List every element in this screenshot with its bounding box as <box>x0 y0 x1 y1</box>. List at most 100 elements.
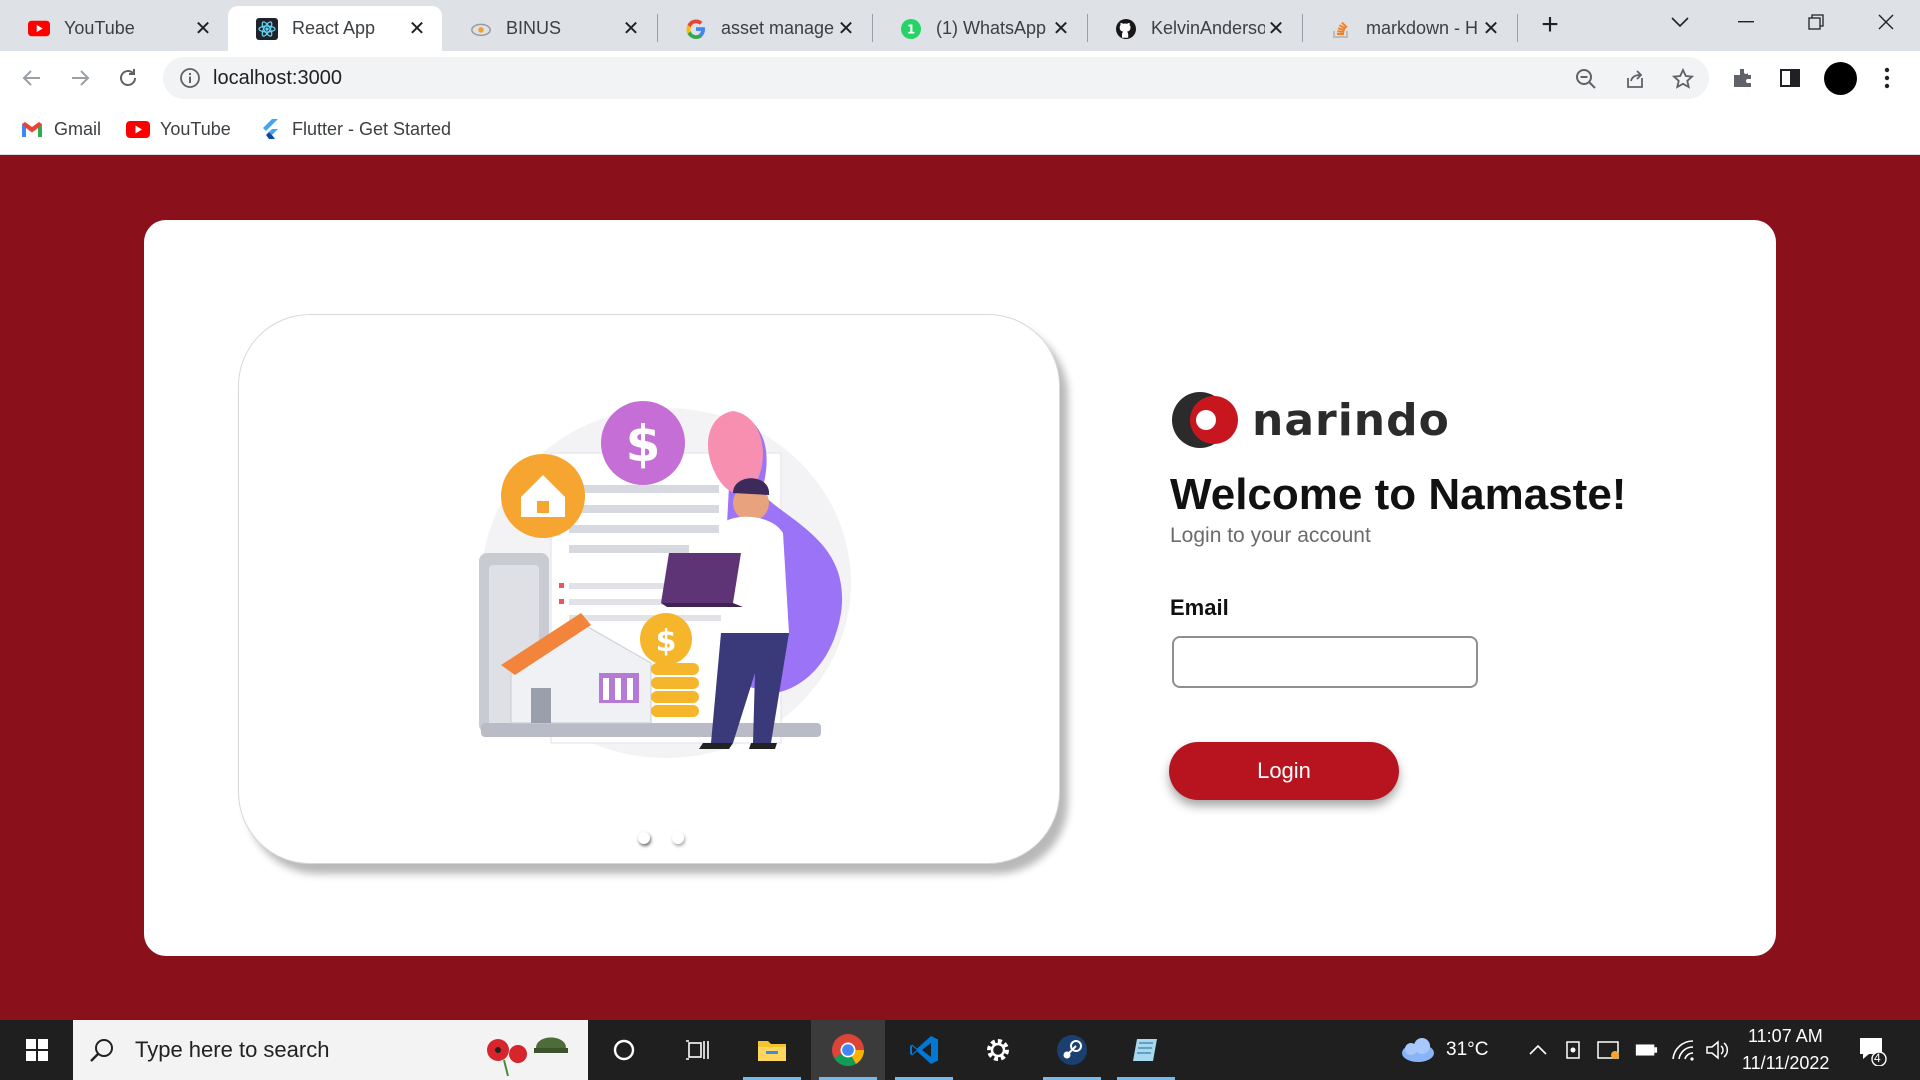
chevron-down-icon <box>1671 17 1689 27</box>
search-highlight-icon <box>487 1037 568 1076</box>
email-label: Email <box>1170 595 1229 620</box>
steam-button[interactable] <box>1035 1020 1109 1080</box>
tab-whatsapp[interactable]: 1 (1) WhatsApp ✕ <box>872 6 1086 51</box>
weather-temperature[interactable]: 31°C <box>1446 1039 1488 1061</box>
close-icon[interactable]: ✕ <box>192 18 214 40</box>
side-panel-icon[interactable] <box>1777 65 1803 91</box>
chrome-icon <box>832 1034 865 1067</box>
stackoverflow-icon <box>1330 18 1352 40</box>
reload-button[interactable] <box>112 62 144 94</box>
close-icon[interactable]: ✕ <box>620 18 642 40</box>
tab-stackoverflow[interactable]: markdown - H ✕ <box>1302 6 1516 51</box>
minimize-icon <box>1738 21 1754 23</box>
windows-taskbar: Type here to search 31°C 11:07 AM 11/11/… <box>0 1020 1920 1080</box>
notification-icon[interactable] <box>1857 1034 1887 1066</box>
binus-icon <box>470 18 492 40</box>
flutter-icon <box>258 119 282 139</box>
chevron-up-icon[interactable] <box>1526 1038 1550 1062</box>
weather-cloud-icon[interactable] <box>1398 1034 1436 1064</box>
task-view-icon <box>686 1040 709 1060</box>
clock-date[interactable]: 11/11/2022 <box>1742 1053 1829 1074</box>
vscode-button[interactable] <box>887 1020 961 1080</box>
extensions-icon[interactable] <box>1730 65 1756 91</box>
restore-icon <box>1808 14 1824 30</box>
close-icon[interactable]: ✕ <box>406 18 428 40</box>
carousel-dot-1[interactable] <box>638 832 650 844</box>
clock-time[interactable]: 11:07 AM <box>1748 1026 1823 1047</box>
narindo-logo-icon <box>1172 392 1238 448</box>
reload-icon <box>120 69 136 86</box>
close-icon[interactable]: ✕ <box>1265 18 1287 40</box>
forward-button[interactable] <box>64 62 96 94</box>
tab-github[interactable]: KelvinAnderson ✕ <box>1087 6 1301 51</box>
menu-kebab-icon[interactable] <box>1874 65 1900 91</box>
new-tab-button[interactable]: + <box>1535 8 1565 41</box>
brand-logo: narindo <box>1170 390 1450 450</box>
zoom-icon[interactable] <box>1574 67 1598 91</box>
arrow-right-icon <box>72 70 90 86</box>
close-window-button[interactable] <box>1854 0 1918 44</box>
tab-binus[interactable]: BINUS ✕ <box>442 6 656 51</box>
start-button[interactable] <box>0 1020 74 1080</box>
tab-search-button[interactable] <box>1648 0 1712 44</box>
carousel-dots <box>638 832 684 844</box>
carousel-dot-2[interactable] <box>672 832 684 844</box>
notepad-button[interactable] <box>1109 1020 1183 1080</box>
settings-icon <box>987 1039 1009 1061</box>
close-icon[interactable]: ✕ <box>1050 18 1072 40</box>
page-background: $ $ narindo Welcome to Namaste! Login to… <box>0 155 1920 1020</box>
taskbar-search[interactable]: Type here to search <box>73 1020 588 1080</box>
bookmark-star-icon[interactable] <box>1671 67 1695 91</box>
svg-text:1: 1 <box>907 22 915 36</box>
close-icon[interactable]: ✕ <box>835 18 857 40</box>
tab-youtube[interactable]: YouTube ✕ <box>0 6 228 51</box>
bookmark-gmail[interactable]: Gmail <box>20 116 101 142</box>
notification-count: 4 <box>1874 1051 1881 1065</box>
tab-strip: YouTube ✕ React App ✕ BINUS ✕ asset mana… <box>0 0 1920 51</box>
tab-asset-management[interactable]: asset managem ✕ <box>657 6 871 51</box>
cortana-button[interactable] <box>587 1020 661 1080</box>
svg-text:$: $ <box>656 624 677 659</box>
profile-avatar[interactable] <box>1824 62 1857 95</box>
login-button[interactable]: Login <box>1169 742 1399 800</box>
bookmark-label: YouTube <box>160 118 231 139</box>
restore-button[interactable] <box>1784 0 1848 44</box>
login-card: $ $ narindo Welcome to Namaste! Login to… <box>144 220 1776 956</box>
steam-icon <box>1057 1035 1087 1065</box>
battery-icon[interactable] <box>1634 1038 1658 1062</box>
tab-react-app[interactable]: React App ✕ <box>228 6 442 51</box>
tab-title: YouTube <box>64 18 135 38</box>
tab-title: (1) WhatsApp <box>936 18 1047 38</box>
vscode-icon <box>910 1036 938 1064</box>
react-icon <box>256 17 278 40</box>
tab-title: asset managem <box>721 18 835 38</box>
back-button[interactable] <box>16 62 48 94</box>
address-bar[interactable]: localhost:3000 <box>163 57 1709 99</box>
wifi-icon[interactable] <box>1671 1038 1695 1062</box>
update-icon[interactable] <box>1597 1038 1621 1062</box>
youtube-icon <box>126 119 150 139</box>
tab-title: KelvinAnderson <box>1151 18 1265 38</box>
url-text[interactable]: localhost:3000 <box>213 67 342 90</box>
meet-now-icon[interactable] <box>1562 1038 1586 1062</box>
file-explorer-icon <box>758 1041 786 1061</box>
illustration-carousel[interactable]: $ $ <box>238 314 1060 864</box>
tab-separator <box>1517 14 1518 42</box>
site-info-icon[interactable] <box>179 67 201 89</box>
close-icon[interactable]: ✕ <box>1480 18 1502 40</box>
bookmark-flutter[interactable]: Flutter - Get Started <box>258 116 451 142</box>
minimize-button[interactable] <box>1714 0 1778 44</box>
github-icon <box>1115 18 1137 40</box>
share-icon[interactable] <box>1623 67 1647 91</box>
chrome-button[interactable] <box>811 1020 885 1080</box>
bookmark-youtube[interactable]: YouTube <box>126 116 231 142</box>
settings-button[interactable] <box>961 1020 1035 1080</box>
bookmark-label: Gmail <box>54 118 102 139</box>
volume-icon[interactable] <box>1705 1038 1729 1062</box>
task-view-button[interactable] <box>661 1020 735 1080</box>
email-field[interactable] <box>1172 636 1478 688</box>
tab-title: markdown - H <box>1366 18 1479 38</box>
search-icon <box>87 1035 117 1065</box>
file-explorer-button[interactable] <box>735 1020 809 1080</box>
bookmarks-bar: Gmail YouTube Flutter - Get Started <box>0 105 1920 155</box>
